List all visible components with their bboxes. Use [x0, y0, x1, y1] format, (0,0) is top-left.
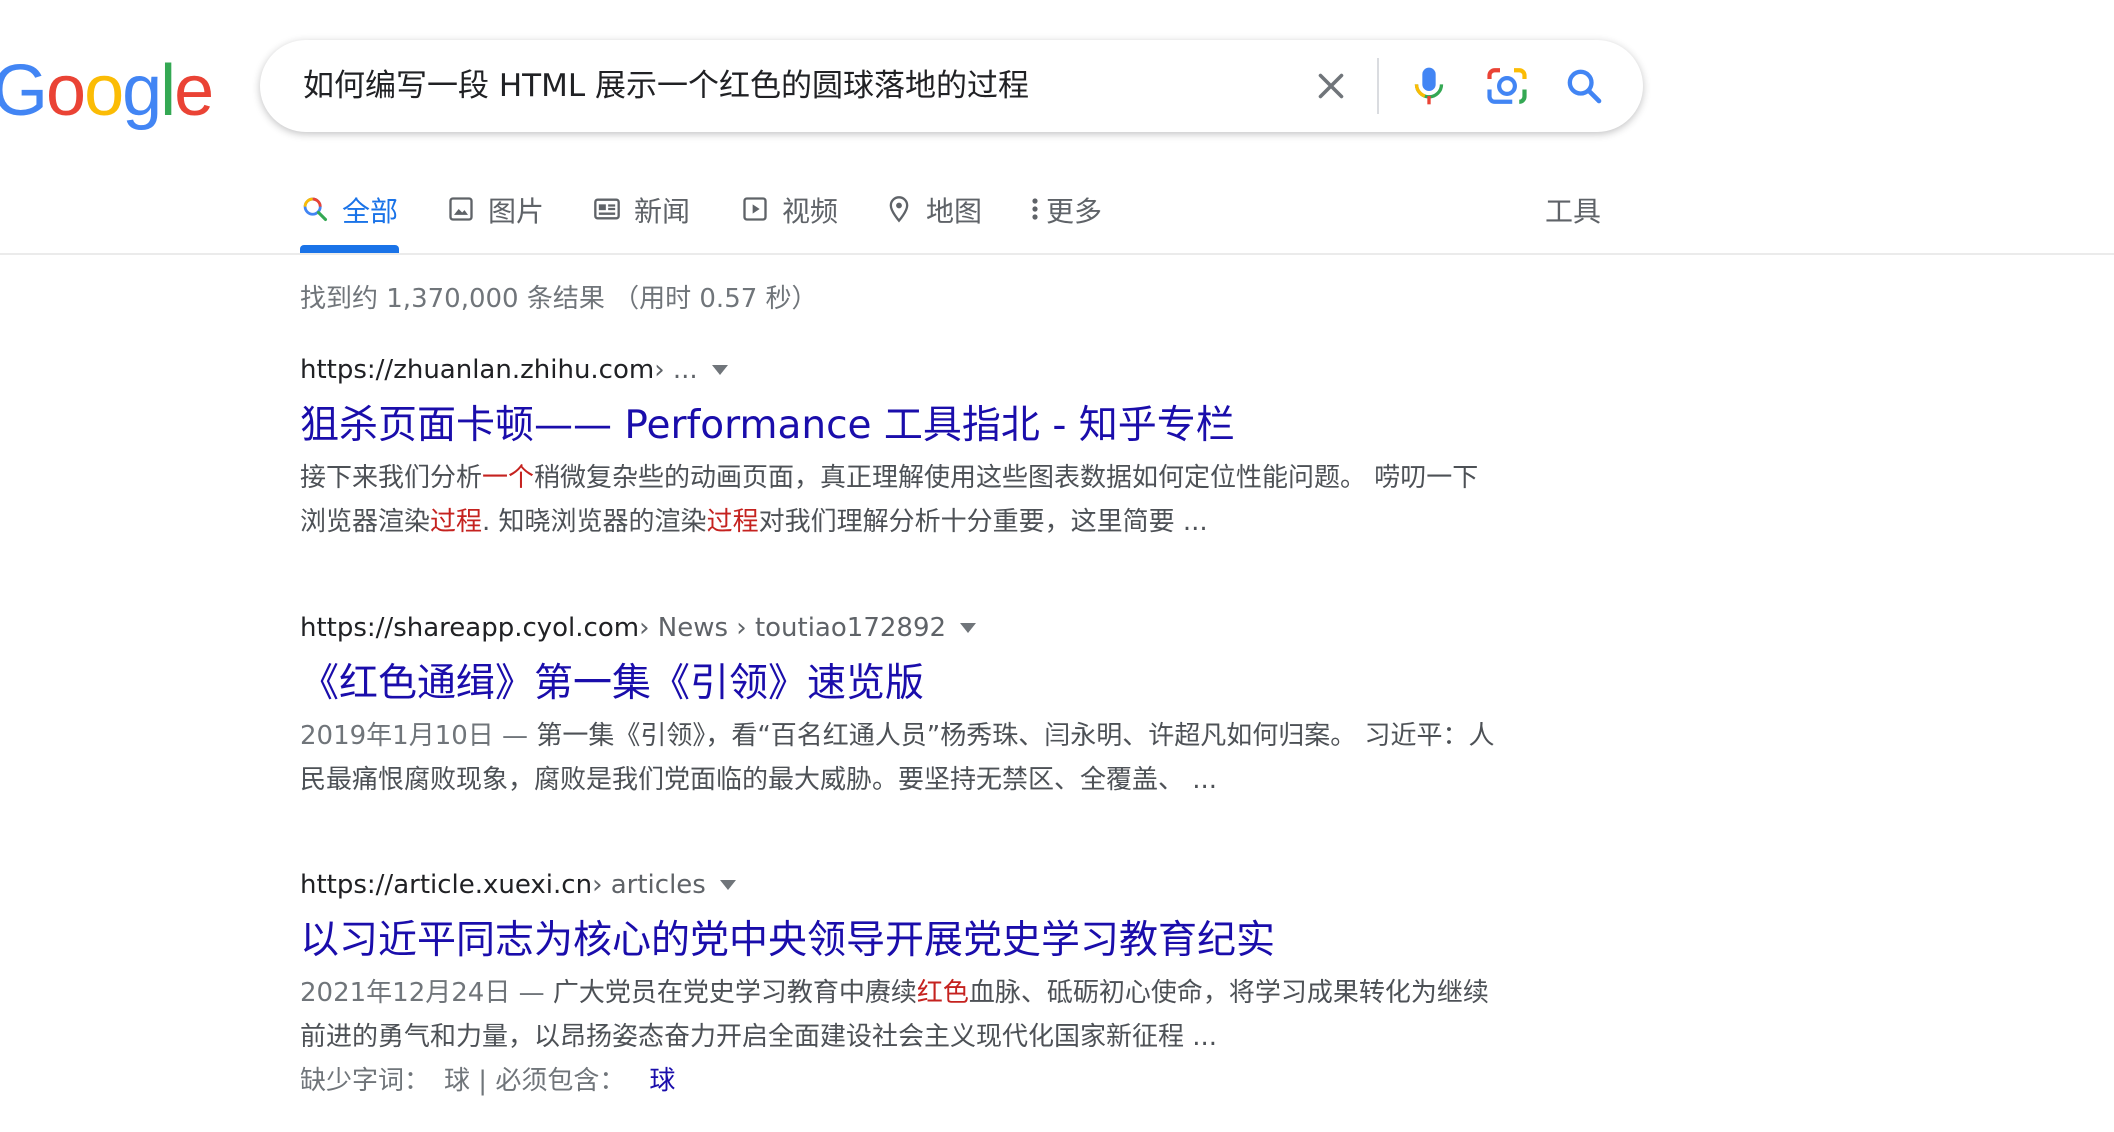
result-snippet: 接下来我们分析一个稍微复杂些的动画页面，真正理解使用这些图表数据如何定位性能问题… [300, 456, 1500, 544]
map-pin-icon [884, 194, 914, 224]
snippet-text: 接下来我们分析 [300, 463, 483, 493]
tab-maps[interactable]: 地图 [884, 180, 982, 254]
tab-label: 新闻 [634, 195, 691, 228]
logo-letter: G [0, 51, 48, 131]
search-result: https://article.xuexi.cn › articles 以习近平… [300, 865, 1500, 1103]
must-include-label: | 必须包含： [470, 1066, 626, 1096]
tools-button[interactable]: 工具 [1545, 190, 1601, 230]
logo-letter: g [122, 51, 162, 131]
tab-label: 视频 [782, 195, 839, 228]
result-domain: https://article.xuexi.cn [300, 870, 593, 900]
logo-letter: o [84, 51, 124, 131]
chevron-down-icon[interactable] [719, 880, 736, 890]
search-result: https://shareapp.cyol.com › News › touti… [300, 608, 1500, 802]
tab-videos[interactable]: 视频 [740, 180, 838, 254]
tabs-divider [0, 253, 2114, 255]
result-date: 2019年1月10日 — [300, 721, 537, 751]
result-stats: 找到约 1,370,000 条结果 （用时 0.57 秒） [300, 284, 818, 314]
search-divider [1377, 58, 1379, 114]
tab-label: 更多 [1046, 195, 1103, 228]
result-url[interactable]: https://article.xuexi.cn › articles [300, 865, 1500, 905]
missing-word: 球 [444, 1066, 471, 1096]
image-icon [446, 194, 476, 224]
result-snippet: 2019年1月10日 — 第一集《引领》，看“百名红通人员”杨秀珠、闫永明、许超… [300, 714, 1500, 802]
logo-letter: e [174, 51, 214, 131]
search-input[interactable]: 如何编写一段 HTML 展示一个红色的圆球落地的过程 [303, 40, 1029, 132]
tab-all[interactable]: 全部 [300, 180, 399, 254]
search-result: https://zhuanlan.zhihu.com › ... 狙杀页面卡顿—… [300, 350, 1500, 544]
snippet-text: . 知晓浏览器的渲染 [482, 507, 707, 537]
search-icon[interactable] [1560, 62, 1608, 110]
snippet-text: 广大党员在党史学习教育中赓续 [552, 978, 917, 1008]
tab-label: 地图 [926, 195, 983, 228]
tab-label: 图片 [488, 195, 545, 228]
result-breadcrumb: › articles [592, 870, 706, 900]
camera-lens-icon[interactable] [1483, 62, 1531, 110]
result-domain: https://shareapp.cyol.com [300, 613, 640, 643]
result-domain: https://zhuanlan.zhihu.com [300, 355, 655, 385]
snippet-text: 对我们理解分析十分重要，这里简要 ... [758, 507, 1208, 537]
result-date: 2021年12月24日 — [300, 978, 553, 1008]
result-url[interactable]: https://shareapp.cyol.com › News › touti… [300, 608, 1500, 648]
search-icon [300, 194, 330, 224]
snippet-highlight: 过程 [430, 507, 483, 537]
google-logo[interactable]: Google [0, 46, 214, 136]
video-icon [740, 194, 770, 224]
result-breadcrumb: › News › toutiao172892 [639, 613, 947, 643]
snippet-highlight: 过程 [706, 507, 759, 537]
missing-terms: 缺少字词：球 | 必须包含：球 [300, 1059, 1500, 1103]
chevron-down-icon[interactable] [960, 623, 977, 633]
snippet-highlight: 红色 [916, 978, 969, 1008]
tab-more[interactable]: 更多 [1028, 180, 1102, 254]
tab-label: 全部 [342, 195, 399, 228]
tab-news[interactable]: 新闻 [592, 180, 690, 254]
chevron-down-icon[interactable] [711, 365, 728, 375]
result-title-link[interactable]: 以习近平同志为核心的党中央领导开展党史学习教育纪实 [300, 913, 1500, 969]
result-breadcrumb: › ... [654, 355, 698, 385]
result-title-link[interactable]: 狙杀页面卡顿—— Performance 工具指北 - 知乎专栏 [300, 398, 1500, 454]
must-include-link[interactable]: 球 [649, 1066, 675, 1096]
result-url[interactable]: https://zhuanlan.zhihu.com › ... [300, 350, 1500, 390]
search-box[interactable]: 如何编写一段 HTML 展示一个红色的圆球落地的过程 [260, 40, 1643, 132]
result-title-link[interactable]: 《红色通缉》第一集《引领》速览版 [300, 656, 1500, 712]
more-vert-icon [1028, 194, 1042, 224]
logo-letter: o [46, 51, 86, 131]
mic-icon[interactable] [1405, 62, 1453, 110]
snippet-highlight: 一个 [482, 463, 535, 493]
tab-images[interactable]: 图片 [446, 180, 544, 254]
active-tab-indicator [300, 245, 399, 253]
missing-label: 缺少字词： [300, 1066, 431, 1096]
close-icon[interactable] [1307, 62, 1355, 110]
result-snippet: 2021年12月24日 — 广大党员在党史学习教育中赓续红色血脉、砥砺初心使命，… [300, 971, 1500, 1059]
news-icon [592, 194, 622, 224]
logo-letter: l [160, 51, 176, 131]
